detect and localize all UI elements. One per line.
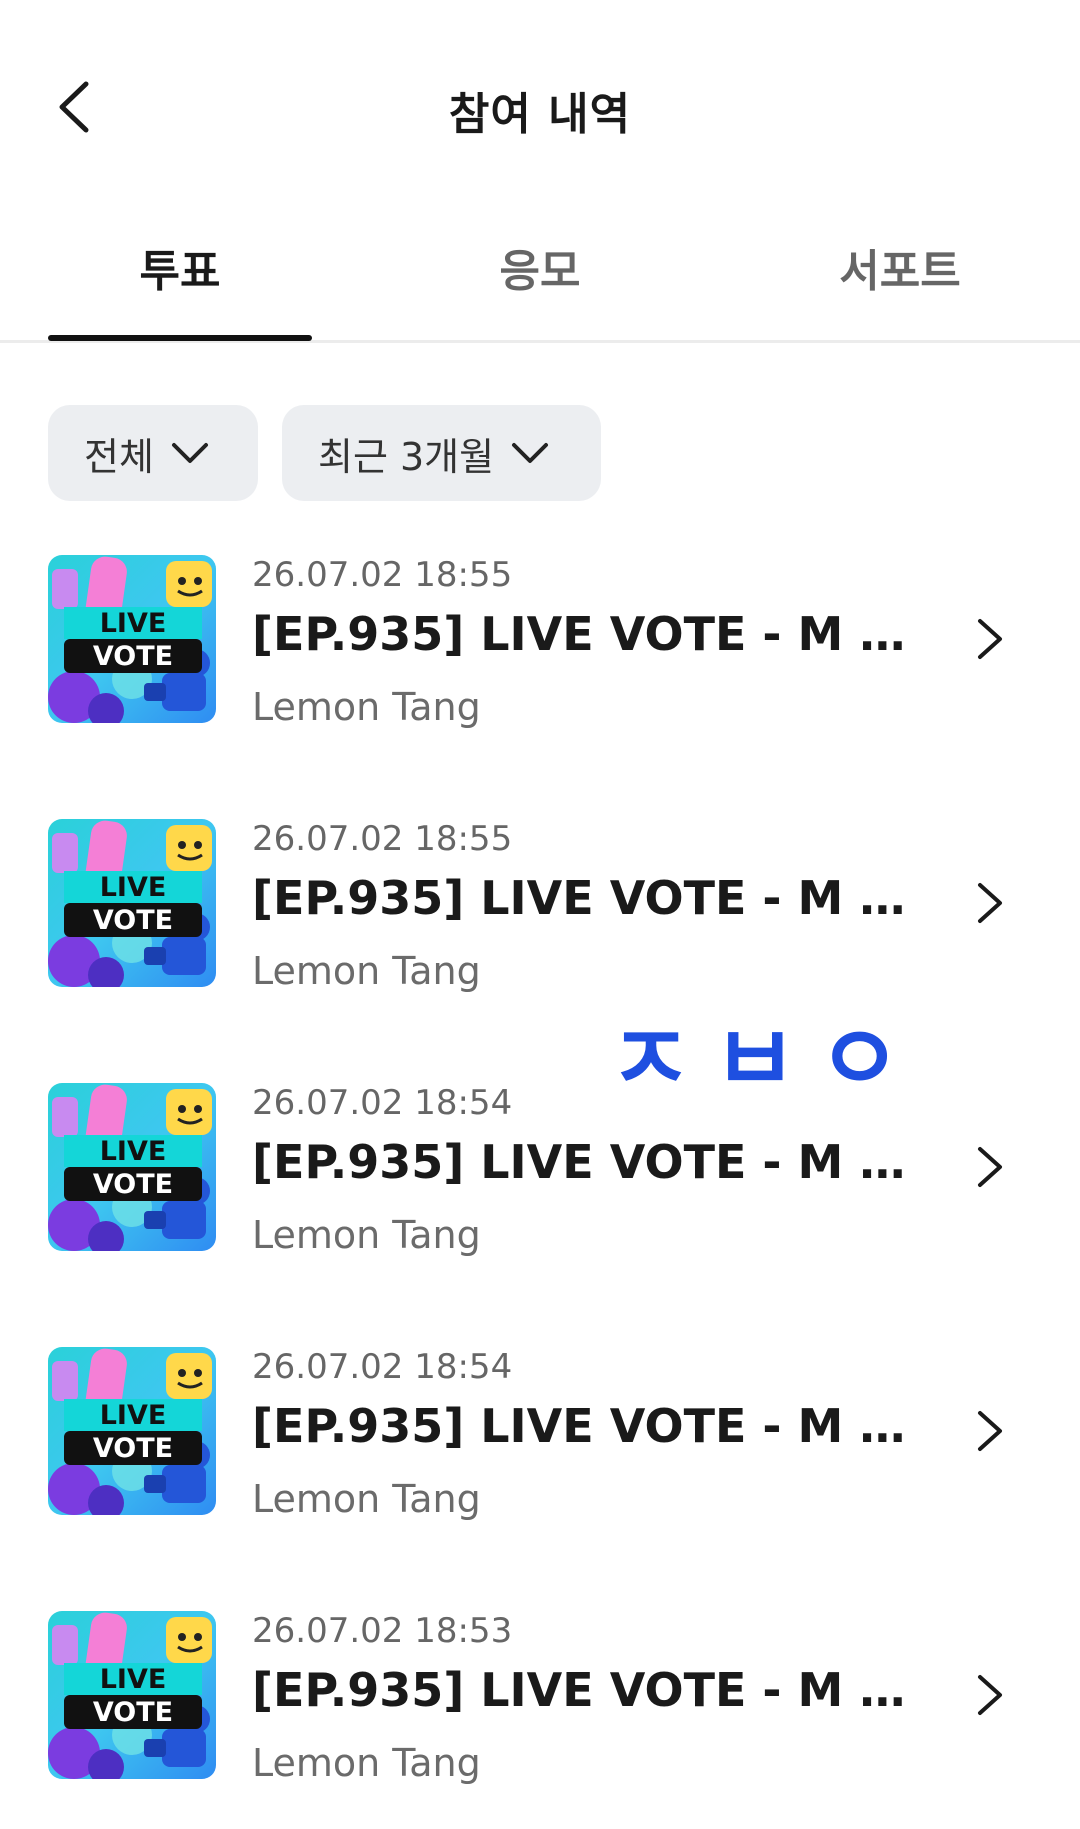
tab-support[interactable]: 서포트 — [768, 235, 1032, 343]
item-title: [EP.935] LIVE VOTE - M COUNTDOWN — [252, 1663, 912, 1717]
chevron-down-icon — [512, 443, 549, 463]
live-vote-thumbnail-art: LIVE VOTE — [48, 555, 216, 723]
svg-text:VOTE: VOTE — [93, 1433, 173, 1464]
live-vote-thumbnail-art: LIVE VOTE — [48, 819, 216, 987]
item-date: 26.07.02 18:55 — [252, 819, 513, 859]
tab-vote[interactable]: 투표 — [48, 235, 312, 343]
filter-category-label: 전체 — [84, 434, 154, 479]
item-title: [EP.935] LIVE VOTE - M COUNTDOWN — [252, 1135, 912, 1189]
filter-period-dropdown[interactable]: 최근 3개월 — [282, 405, 601, 501]
chevron-right-icon — [970, 1669, 1010, 1721]
item-date: 26.07.02 18:53 — [252, 1611, 513, 1651]
list-item[interactable]: LIVE VOTE 26.07.02 18:55 [EP.935] LIVE V… — [0, 819, 1080, 1009]
chevron-right-icon — [970, 1141, 1010, 1193]
item-subtitle: Lemon Tang — [252, 1213, 481, 1257]
chevron-right-icon — [970, 613, 1010, 665]
item-title: [EP.935] LIVE VOTE - M COUNTDOWN — [252, 607, 912, 661]
svg-text:VOTE: VOTE — [93, 641, 173, 672]
filter-category-dropdown[interactable]: 전체 — [48, 405, 258, 501]
tab-bar: 투표 응모 서포트 — [0, 215, 1080, 343]
svg-text:LIVE: LIVE — [100, 1136, 167, 1167]
svg-text:LIVE: LIVE — [100, 1664, 167, 1695]
vote-thumbnail: LIVE VOTE — [48, 555, 216, 723]
chevron-down-icon — [171, 443, 208, 463]
item-title: [EP.935] LIVE VOTE - M COUNTDOWN — [252, 1399, 912, 1453]
page-title: 참여 내역 — [448, 89, 632, 140]
vote-thumbnail: LIVE VOTE — [48, 1083, 216, 1251]
item-date: 26.07.02 18:55 — [252, 555, 513, 595]
list-item[interactable]: LIVE VOTE 26.07.02 18:55 [EP.935] LIVE V… — [0, 555, 1080, 745]
vote-thumbnail: LIVE VOTE — [48, 1611, 216, 1779]
active-tab-indicator — [48, 335, 312, 341]
svg-text:LIVE: LIVE — [100, 1400, 167, 1431]
item-subtitle: Lemon Tang — [252, 685, 481, 729]
handwritten-watermark: ㅈㅂㅇ — [608, 1006, 922, 1113]
item-date: 26.07.02 18:54 — [252, 1347, 513, 1387]
chevron-right-icon — [970, 877, 1010, 929]
item-subtitle: Lemon Tang — [252, 1741, 481, 1785]
item-subtitle: Lemon Tang — [252, 1477, 481, 1521]
header: 참여 내역 — [0, 0, 1080, 215]
chevron-right-icon — [970, 1405, 1010, 1457]
svg-text:VOTE: VOTE — [93, 905, 173, 936]
live-vote-thumbnail-art: LIVE VOTE — [48, 1611, 216, 1779]
live-vote-thumbnail-art: LIVE VOTE — [48, 1083, 216, 1251]
svg-text:VOTE: VOTE — [93, 1169, 173, 1200]
vote-thumbnail: LIVE VOTE — [48, 1347, 216, 1515]
item-date: 26.07.02 18:54 — [252, 1083, 513, 1123]
svg-text:LIVE: LIVE — [100, 608, 167, 639]
svg-text:VOTE: VOTE — [93, 1697, 173, 1728]
list-item[interactable]: LIVE VOTE 26.07.02 18:54 [EP.935] LIVE V… — [0, 1347, 1080, 1537]
filter-period-label: 최근 3개월 — [318, 434, 495, 479]
vote-thumbnail: LIVE VOTE — [48, 819, 216, 987]
tab-entry[interactable]: 응모 — [408, 235, 672, 343]
live-vote-thumbnail-art: LIVE VOTE — [48, 1347, 216, 1515]
item-title: [EP.935] LIVE VOTE - M COUNTDOWN — [252, 871, 912, 925]
item-subtitle: Lemon Tang — [252, 949, 481, 993]
svg-text:LIVE: LIVE — [100, 872, 167, 903]
list-item[interactable]: LIVE VOTE 26.07.02 18:53 [EP.935] LIVE V… — [0, 1611, 1080, 1801]
